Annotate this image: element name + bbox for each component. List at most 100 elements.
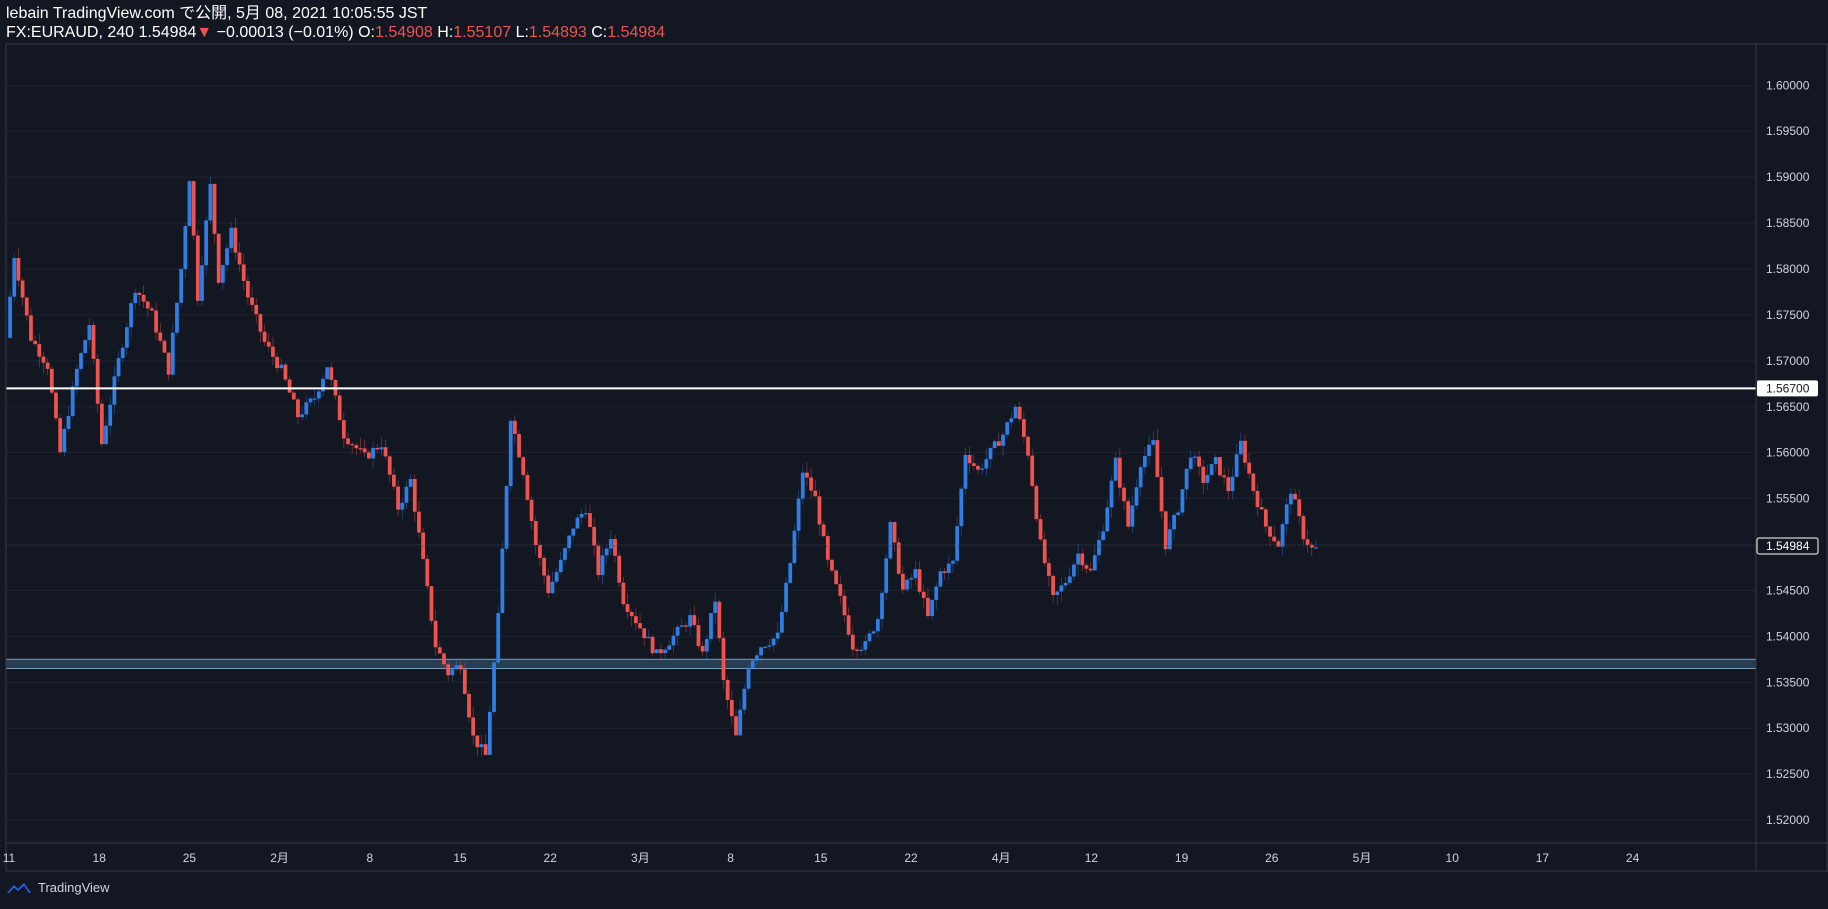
- candle-body: [487, 711, 492, 755]
- candle-body: [1072, 564, 1076, 577]
- candle-body: [158, 332, 163, 341]
- candle-body: [592, 527, 597, 546]
- candle-body: [1097, 540, 1101, 556]
- candle-body: [1163, 511, 1168, 550]
- candle-body: [1092, 555, 1097, 571]
- support-zone: [5, 658, 1757, 670]
- candle-body: [396, 486, 400, 510]
- candle-body: [37, 344, 42, 357]
- symbol-ohlc-row: FX:EURAUD, 240 1.54984▼ −0.00013 (−0.01%…: [6, 23, 665, 42]
- candle-body: [458, 665, 463, 670]
- candle-body: [366, 452, 371, 459]
- time-tick-label: 8: [727, 851, 734, 865]
- candle-body: [1201, 466, 1206, 483]
- candle-body: [262, 331, 267, 342]
- candle-body: [771, 638, 776, 646]
- candle-body: [95, 358, 100, 404]
- candle-body: [759, 647, 763, 656]
- candle-body: [325, 367, 330, 379]
- candle-body: [1205, 474, 1210, 483]
- candle-body: [659, 649, 663, 654]
- candle-body: [671, 635, 676, 646]
- candle-body: [650, 636, 655, 654]
- last-price: 1.54984: [138, 24, 197, 41]
- footer: TradingView: [6, 880, 110, 895]
- candle-body: [1013, 406, 1018, 419]
- price-change: −0.00013 (−0.01%): [216, 24, 354, 41]
- candle-body: [600, 555, 605, 576]
- candle-body: [892, 522, 897, 543]
- candle-body: [1259, 507, 1264, 510]
- candle-body: [271, 346, 275, 357]
- candle-body: [1230, 476, 1235, 492]
- down-arrow-icon: ▼: [196, 24, 213, 41]
- candle-body: [913, 569, 918, 579]
- candle-body: [1084, 565, 1089, 569]
- price-tick-label: 1.58000: [1766, 262, 1810, 276]
- price-tick-label: 1.52500: [1766, 767, 1810, 781]
- candle-body: [734, 716, 738, 736]
- candle-body: [437, 647, 442, 654]
- candle-body: [220, 265, 225, 283]
- candle-body: [1130, 505, 1135, 527]
- price-chart[interactable]: 1.52000 1.52500 1.53000 1.53500 1.54000 1.545…: [0, 0, 1828, 909]
- candle-body: [638, 623, 642, 629]
- candle-body: [104, 425, 108, 445]
- candle-body: [187, 181, 192, 227]
- candle-body: [1280, 524, 1285, 547]
- candle-body: [1168, 529, 1172, 550]
- tradingview-logo-icon[interactable]: [6, 881, 32, 895]
- candle-body: [754, 655, 759, 661]
- candle-body: [784, 582, 788, 612]
- candle-body: [921, 591, 926, 598]
- candle-body: [66, 415, 71, 430]
- candle-body: [967, 454, 972, 464]
- candle-body: [850, 634, 855, 650]
- candle-body: [1021, 419, 1026, 437]
- candle-body: [291, 392, 296, 400]
- candle-body: [162, 340, 167, 353]
- candle-body: [896, 542, 901, 574]
- candle-body: [596, 545, 601, 576]
- symbol-name[interactable]: FX:EURAUD, 240: [6, 24, 134, 41]
- publish-info: lebain TradingView.com で公開, 5月 08, 2021 …: [6, 5, 428, 22]
- candle-body: [634, 616, 638, 624]
- time-tick-label: 17: [1536, 851, 1550, 865]
- candle-body: [141, 294, 146, 302]
- candle-body: [454, 665, 459, 670]
- candle-body: [287, 379, 292, 393]
- candle-body: [1293, 493, 1297, 500]
- candle-body: [917, 569, 922, 592]
- candle-body: [963, 454, 968, 489]
- candle-body: [525, 474, 530, 500]
- candle-body: [738, 709, 743, 736]
- candle-body: [855, 649, 859, 652]
- price-tick-label: 1.54000: [1766, 629, 1810, 643]
- candle-body: [300, 414, 305, 418]
- candle-body: [805, 472, 809, 478]
- brand-name[interactable]: TradingView: [38, 880, 110, 895]
- candle-body: [746, 667, 751, 689]
- candle-body: [700, 646, 705, 652]
- candle-body: [404, 486, 409, 503]
- candle-body: [813, 490, 818, 497]
- candle-body: [316, 391, 321, 399]
- candle-body: [1138, 467, 1143, 488]
- candle-body: [304, 402, 309, 415]
- candle-body: [692, 615, 697, 626]
- candle-body: [817, 496, 822, 525]
- candle-body: [521, 457, 526, 475]
- candle-body: [346, 438, 350, 445]
- candle-body: [663, 649, 667, 654]
- candle-body: [1197, 456, 1201, 467]
- candle-body: [613, 538, 617, 556]
- candle-body: [8, 296, 12, 338]
- candle-body: [859, 649, 864, 652]
- candle-body: [12, 258, 17, 297]
- candle-body: [45, 362, 50, 369]
- candle-body: [1030, 455, 1035, 486]
- candle-body: [275, 356, 279, 369]
- candle-body: [417, 511, 421, 533]
- candle-body: [583, 513, 588, 515]
- open-value: 1.54908: [374, 24, 433, 41]
